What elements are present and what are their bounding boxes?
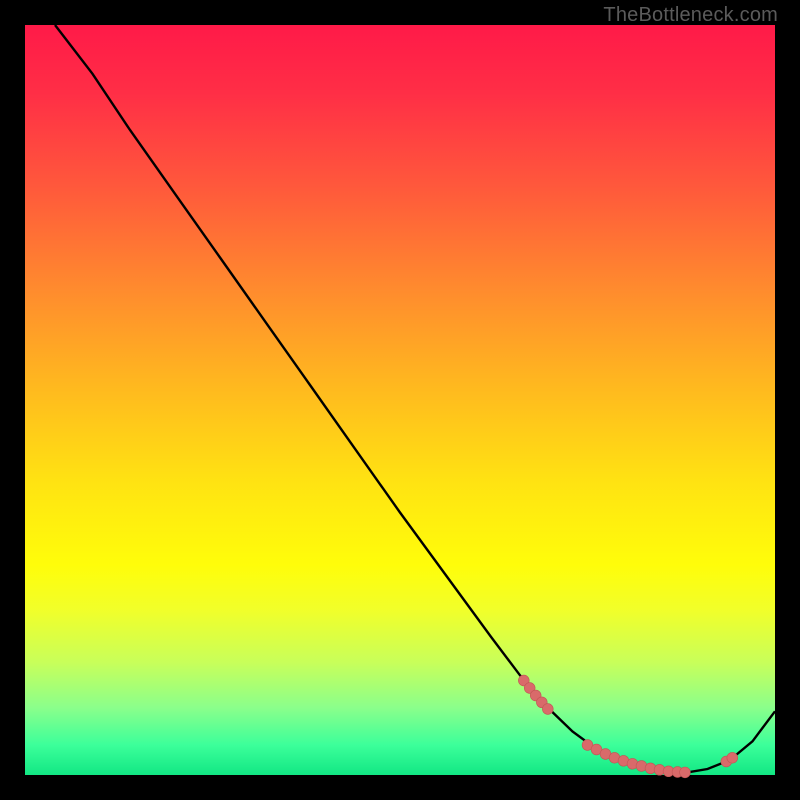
gradient-plot-area [25,25,775,775]
chart-frame: TheBottleneck.com [0,0,800,800]
valley-marker [727,752,738,763]
valley-marker [680,767,691,778]
chart-svg [25,25,775,775]
bottleneck-curve [55,25,775,773]
valley-marker [542,704,553,715]
valley-marker-group [518,675,737,778]
watermark-text: TheBottleneck.com [603,4,778,27]
